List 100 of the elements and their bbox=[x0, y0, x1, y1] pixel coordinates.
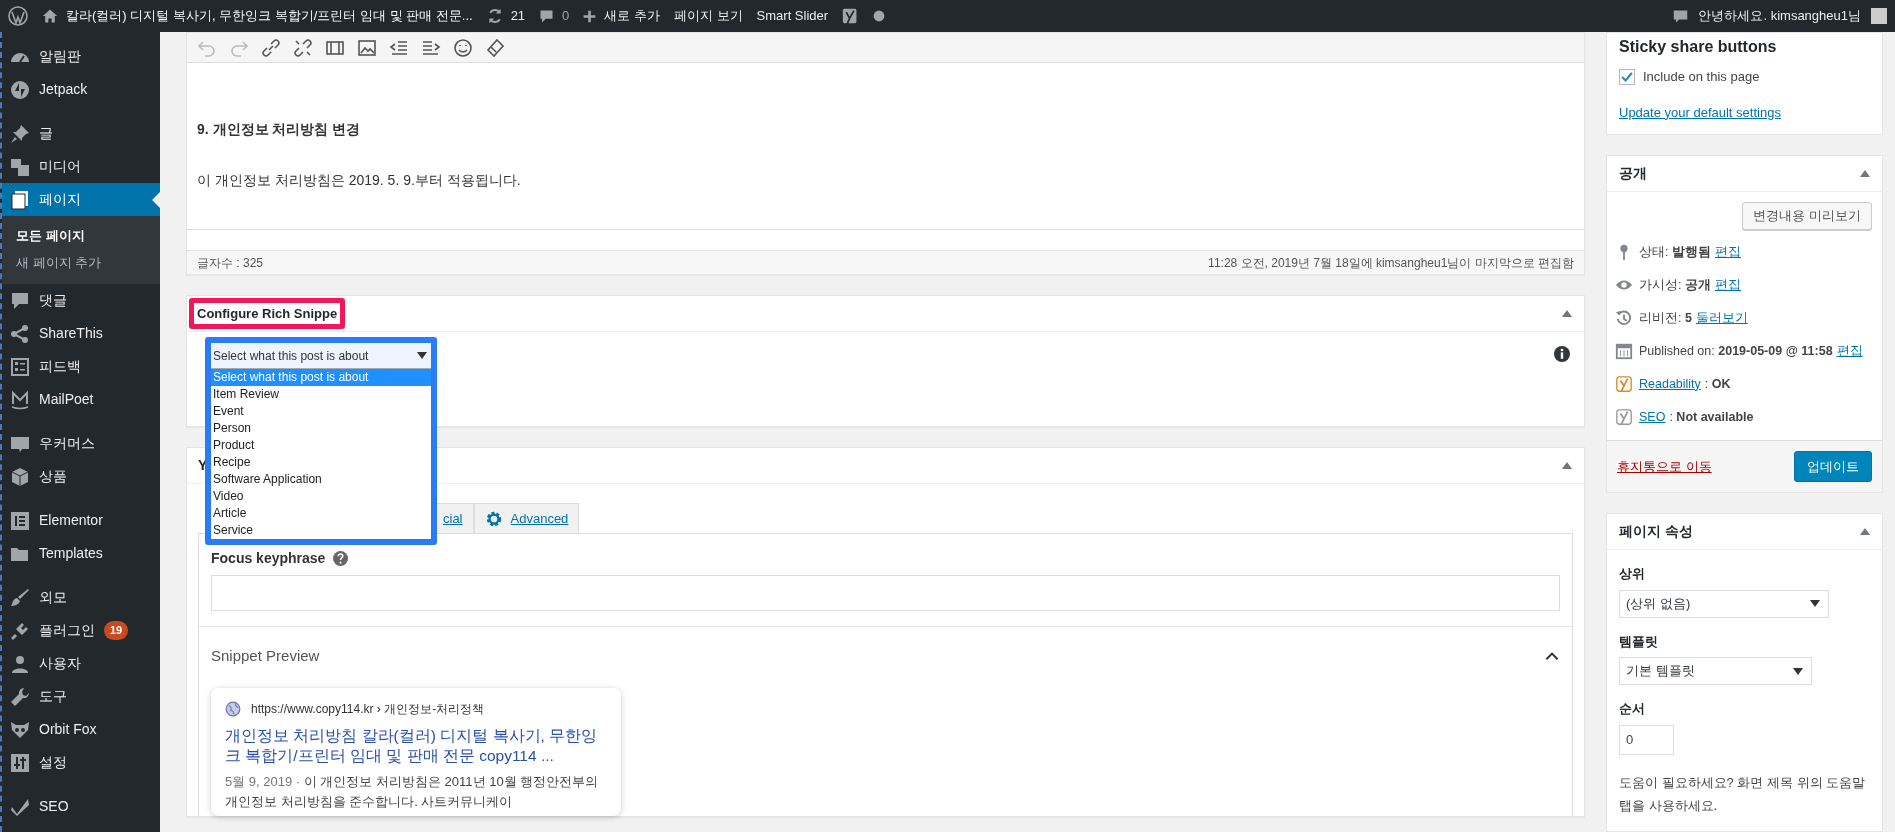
edit-link[interactable]: 둘러보기 bbox=[1695, 308, 1748, 328]
form-icon bbox=[10, 356, 30, 377]
info-icon[interactable] bbox=[1554, 346, 1570, 362]
share-icon bbox=[10, 323, 30, 344]
status-text: Published on: 2019-05-09 @ 11:58 bbox=[1639, 342, 1833, 360]
update-button[interactable]: 업데이트 bbox=[1794, 450, 1872, 482]
update-count[interactable]: 21 bbox=[510, 6, 526, 26]
status-text: 가시성: 공개 bbox=[1639, 276, 1711, 294]
edit-link[interactable]: 편집 bbox=[1836, 341, 1863, 361]
sidebar-item[interactable]: Elementor bbox=[2, 504, 160, 537]
select-field[interactable]: Select what this post is about bbox=[211, 343, 431, 369]
preview-button[interactable]: 변경내용 미리보기 bbox=[1742, 202, 1872, 230]
order-field[interactable]: 0 bbox=[1619, 724, 1674, 755]
dot-icon bbox=[873, 10, 886, 22]
avatar-placeholder bbox=[1871, 8, 1887, 24]
content-heading: 9. 개인정보 처리방침 변경 bbox=[197, 120, 362, 139]
sidebar-item[interactable]: 우커머스 bbox=[2, 427, 160, 460]
field-label: 순서 bbox=[1619, 700, 1646, 718]
sidebar-item[interactable]: ShareThis bbox=[2, 317, 160, 350]
settings-link[interactable]: Update your default settings bbox=[1619, 104, 1781, 120]
smiley-icon[interactable] bbox=[453, 37, 473, 58]
collapse-arrow-icon[interactable] bbox=[1562, 310, 1572, 317]
globe-icon bbox=[225, 700, 241, 717]
dropdown-option[interactable]: Video bbox=[211, 488, 431, 505]
help-icon[interactable] bbox=[333, 551, 349, 566]
sidebar-item[interactable]: 사용자 bbox=[2, 647, 160, 680]
greeting-link[interactable]: 안녕하세요. kimsangheu1님 bbox=[1698, 6, 1861, 26]
dropdown-option[interactable]: Recipe bbox=[211, 454, 431, 471]
keyphrase-field[interactable] bbox=[211, 575, 1560, 611]
edit-link[interactable]: SEO bbox=[1639, 407, 1666, 427]
plus-icon bbox=[583, 9, 597, 23]
dropdown-option[interactable]: Product bbox=[211, 437, 431, 454]
edit-link[interactable]: 편집 bbox=[1714, 275, 1741, 295]
gear-icon bbox=[484, 509, 503, 528]
submenu-item[interactable]: 모든 페이지 bbox=[2, 222, 160, 249]
status-text: 상태: 발행됨 bbox=[1639, 243, 1711, 261]
sidebar-item[interactable]: 피드백 bbox=[2, 350, 160, 383]
edit-link[interactable]: 편집 bbox=[1714, 242, 1741, 262]
parent-select[interactable]: (상위 없음) bbox=[1619, 589, 1829, 618]
dropdown-option[interactable]: Service bbox=[211, 522, 431, 539]
sidebar-item[interactable]: 설정 bbox=[2, 746, 160, 779]
result-title-link[interactable]: 개인정보 처리방침 칼라(컬러) 디지털 복사기, 무한잉크 복합기/프린터 임대 및 판매 전문 copy114 ... bbox=[225, 725, 607, 766]
toolbar-link[interactable]: Smart Slider bbox=[756, 6, 829, 26]
sidebar-item[interactable]: 도구 bbox=[2, 680, 160, 713]
template-select[interactable]: 기본 템플릿 bbox=[1619, 657, 1812, 685]
circle-bolt-icon bbox=[10, 79, 30, 100]
section-title: Snippet Preview bbox=[211, 646, 320, 666]
submenu-item[interactable]: 새 페이지 추가 bbox=[2, 249, 160, 276]
m-shape-icon bbox=[10, 389, 30, 410]
sidebar-item[interactable]: 상품 bbox=[2, 460, 160, 493]
dropdown-option[interactable]: Software Application bbox=[211, 471, 431, 488]
sliders-icon bbox=[10, 752, 30, 773]
field-label: Focus keyphrase bbox=[211, 549, 326, 568]
status-text: : OK bbox=[1704, 375, 1731, 393]
dropdown-option[interactable]: Person bbox=[211, 420, 431, 437]
collapse-arrow-icon[interactable] bbox=[1860, 528, 1870, 535]
sidebar-item[interactable]: Templates bbox=[2, 537, 160, 570]
sidebar-item[interactable]: Jetpack bbox=[2, 73, 160, 106]
comment-count[interactable]: 0 bbox=[562, 6, 570, 26]
sidebar-item[interactable]: Orbit Fox bbox=[2, 713, 160, 746]
plug-icon bbox=[10, 620, 30, 641]
sidebar-item[interactable]: 글 bbox=[2, 117, 160, 150]
status-text: 리비전: 5 bbox=[1639, 309, 1692, 327]
sidebar-item[interactable]: MailPoet bbox=[2, 383, 160, 416]
sidebar-item[interactable]: 외모 bbox=[2, 581, 160, 614]
broken-link-icon[interactable] bbox=[293, 37, 313, 58]
count-badge: 19 bbox=[104, 621, 129, 640]
person-icon bbox=[10, 653, 30, 674]
help-text: 도움이 필요하세요? 화면 제목 위의 도움말 탭을 사용하세요. bbox=[1619, 773, 1867, 815]
wrench-icon bbox=[10, 686, 30, 707]
dropdown-option[interactable]: Article bbox=[211, 505, 431, 522]
eraser-icon[interactable] bbox=[485, 37, 505, 58]
checkbox[interactable] bbox=[1619, 68, 1635, 85]
sidebar-item[interactable]: 미디어 bbox=[2, 150, 160, 183]
collapse-arrow-icon[interactable] bbox=[1562, 462, 1572, 469]
dropdown-option[interactable]: Event bbox=[211, 403, 431, 420]
checkbox-label: Include on this page bbox=[1643, 68, 1760, 86]
box-title: Sticky share buttons bbox=[1619, 37, 1778, 57]
dropdown-option[interactable]: Item Review bbox=[211, 386, 431, 403]
new-link[interactable]: 새로 추가 bbox=[604, 6, 660, 26]
sidebar-item[interactable]: 댓글 bbox=[2, 284, 160, 317]
collapse-arrow-icon[interactable] bbox=[1860, 170, 1870, 177]
box-title: 공개 bbox=[1619, 164, 1647, 183]
sidebar-item[interactable]: 알림판 bbox=[2, 40, 160, 73]
tab[interactable]: Advanced bbox=[473, 503, 580, 533]
picture-icon[interactable] bbox=[357, 37, 377, 58]
trash-link[interactable]: 휴지통으로 이동 bbox=[1617, 456, 1712, 476]
sidebar-item[interactable]: 페이지 bbox=[2, 183, 160, 216]
sidebar-item[interactable]: 플러그인 19 bbox=[2, 614, 160, 647]
toolbar-link[interactable]: 페이지 보기 bbox=[673, 6, 743, 26]
site-title-link[interactable]: 칼라(컬러) 디지털 복사기, 무한잉크 복합기/프린터 임대 및 판매 전문... bbox=[66, 6, 473, 26]
status-text: : Not available bbox=[1669, 408, 1754, 426]
square-lines-icon bbox=[10, 510, 30, 531]
media-icon bbox=[10, 156, 30, 177]
sidebar-item[interactable]: SEO bbox=[2, 790, 160, 823]
field-label: 상위 bbox=[1619, 565, 1646, 583]
link-icon[interactable] bbox=[261, 37, 281, 58]
wordpress-logo-icon bbox=[8, 6, 28, 26]
letter-y-badge-icon bbox=[1615, 408, 1633, 426]
edit-link[interactable]: Readability bbox=[1639, 374, 1701, 394]
